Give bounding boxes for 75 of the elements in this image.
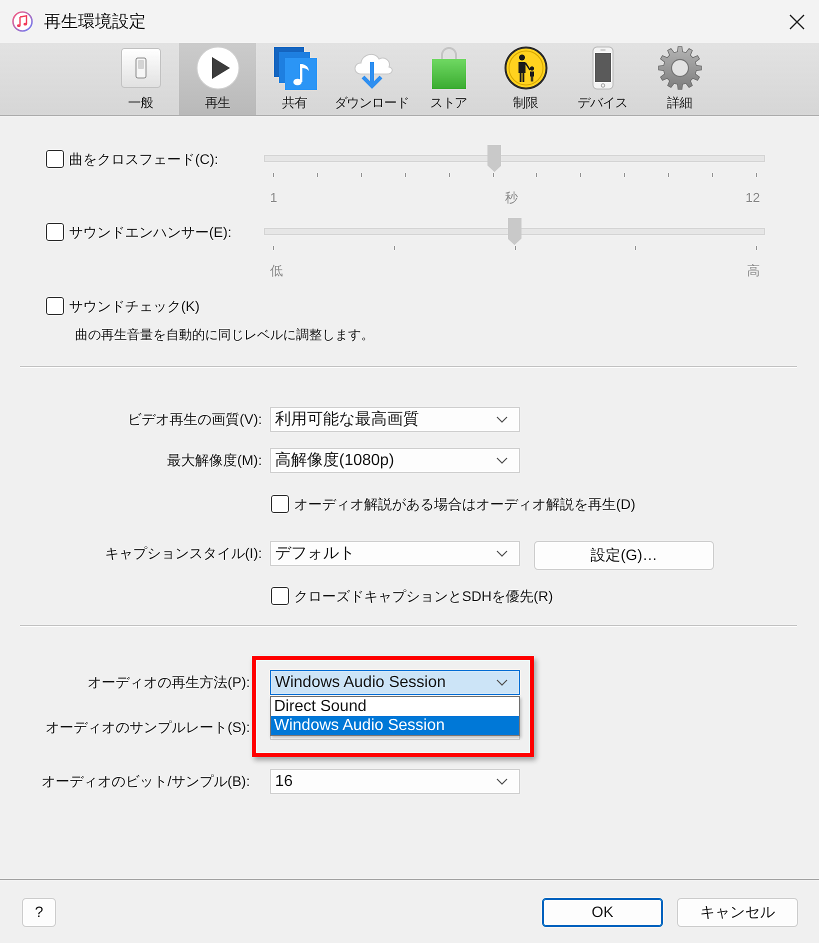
- tick-mark: [394, 246, 395, 250]
- slider-thumb[interactable]: [487, 145, 502, 172]
- window-title: 再生環境設定: [44, 11, 146, 33]
- tick-mark: [273, 246, 274, 250]
- toolbar-tab[interactable]: ストア: [410, 43, 487, 115]
- dropdown[interactable]: 16: [270, 769, 520, 794]
- tick-mark: [404, 173, 406, 177]
- checkbox-label: クローズドキャプションとSDHを優先(R): [294, 587, 553, 605]
- dropdown[interactable]: 利用可能な最高画質: [270, 407, 520, 432]
- field-label: オーディオのサンプルレート(S):: [44, 718, 250, 737]
- toolbar-tab[interactable]: 再生: [179, 43, 256, 115]
- toolbar-tab[interactable]: 一般: [102, 43, 179, 115]
- checkbox-label: 曲をクロスフェード(C):: [69, 150, 218, 168]
- tick-mark: [756, 246, 757, 250]
- checkbox-label: サウンドエンハンサー(E):: [69, 222, 232, 240]
- field-label: オーディオの再生方法(P):: [86, 673, 250, 692]
- close-icon[interactable]: [789, 14, 805, 30]
- chevron-down-icon: [496, 416, 508, 423]
- toolbar-tab[interactable]: デバイス: [564, 43, 641, 115]
- field-label: キャプションスタイル(I):: [104, 544, 262, 563]
- checkbox[interactable]: [271, 587, 289, 605]
- dropdown[interactable]: 高解像度(1080p): [270, 448, 520, 473]
- settings-button[interactable]: 設定(G)…: [534, 541, 714, 570]
- toolbar-tab[interactable]: 制限: [487, 43, 564, 115]
- tick-mark: [635, 246, 636, 250]
- tick-mark: [580, 173, 582, 177]
- toolbar-tab[interactable]: 共有: [256, 43, 333, 115]
- dropdown-option[interactable]: Direct Sound: [271, 697, 519, 716]
- checkbox[interactable]: [46, 150, 64, 168]
- scale-label: 秒: [504, 190, 518, 206]
- tick-mark: [514, 246, 516, 250]
- chevron-down-icon: [496, 550, 508, 557]
- field-label: 最大解像度(M):: [166, 451, 262, 470]
- checkbox-label: オーディオ解説がある場合はオーディオ解説を再生(D): [294, 495, 636, 513]
- checkbox[interactable]: [271, 495, 289, 513]
- chevron-down-icon: [496, 679, 508, 686]
- chevron-down-icon: [496, 778, 508, 785]
- toolbar-tab[interactable]: 詳細: [641, 43, 718, 115]
- dropdown[interactable]: デフォルト: [270, 541, 520, 566]
- checkbox[interactable]: [46, 222, 64, 240]
- field-label: ビデオ再生の画質(V):: [126, 410, 262, 429]
- music-note-app-icon: [12, 11, 33, 32]
- description-text: 曲の再生音量を自動的に同じレベルに調整します。: [75, 326, 374, 344]
- slider-track[interactable]: [264, 145, 765, 172]
- toolbar-tab[interactable]: ダウンロード: [333, 43, 410, 115]
- tick-mark: [448, 173, 450, 177]
- music-note-tiles-icon: [272, 46, 316, 90]
- tick-mark: [536, 173, 538, 177]
- tick-mark: [756, 173, 757, 177]
- scale-label: 高: [747, 263, 760, 279]
- slider-thumb[interactable]: [508, 218, 522, 245]
- tick-mark: [712, 173, 714, 177]
- parent-child-icon: [504, 46, 548, 90]
- scale-label: 低: [270, 263, 283, 279]
- tick-mark: [668, 173, 670, 177]
- tick-mark: [624, 173, 626, 177]
- help-button[interactable]: ?: [22, 898, 56, 927]
- light-switch-icon: [118, 46, 162, 90]
- tick-mark: [316, 173, 318, 177]
- gear-icon: [658, 46, 702, 90]
- scale-label: 12: [746, 190, 760, 206]
- dropdown[interactable]: Windows Audio Session: [270, 670, 520, 695]
- dialog-button[interactable]: OK: [542, 898, 663, 927]
- checkbox[interactable]: [46, 297, 64, 315]
- dialog-button[interactable]: キャンセル: [677, 898, 798, 927]
- checkbox-label: サウンドチェック(K): [69, 297, 200, 315]
- tick-mark: [360, 173, 362, 177]
- play-icon: [196, 46, 240, 90]
- chevron-down-icon: [496, 457, 508, 464]
- field-label: オーディオのビット/サンプル(B):: [40, 772, 250, 791]
- slider-track[interactable]: [264, 218, 765, 245]
- tick-mark: [492, 173, 494, 177]
- scale-label: 1: [270, 190, 278, 206]
- tick-mark: [273, 173, 274, 177]
- dropdown-option[interactable]: Windows Audio Session: [271, 716, 519, 735]
